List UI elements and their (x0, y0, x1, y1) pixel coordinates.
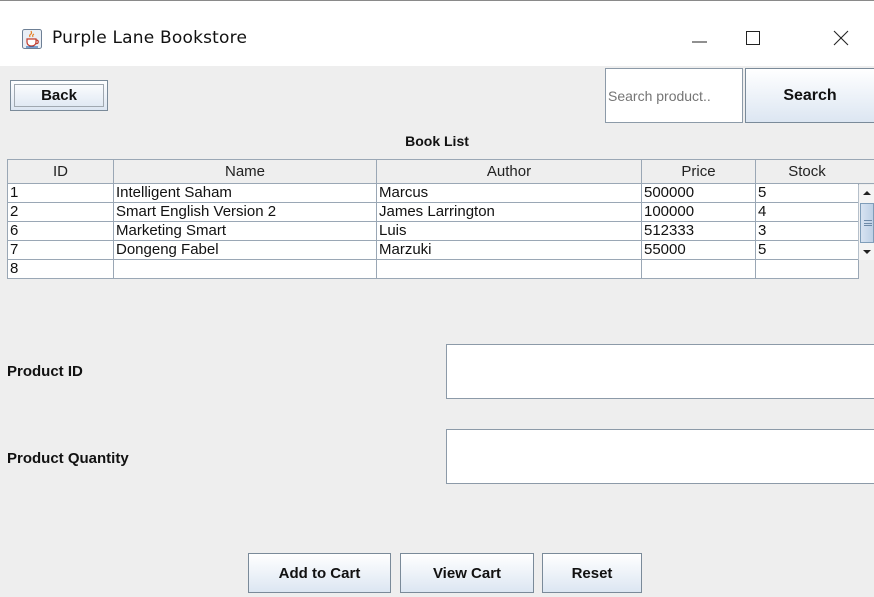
table-header-row: ID Name Author Price Stock (7, 159, 859, 184)
column-header-price[interactable]: Price (641, 159, 756, 184)
table-row[interactable]: 2 Smart English Version 2 James Larringt… (7, 202, 859, 222)
cell-stock[interactable]: 5 (755, 240, 859, 260)
column-header-author[interactable]: Author (376, 159, 642, 184)
back-button[interactable]: Back (10, 80, 108, 111)
scroll-corner (858, 159, 874, 184)
cell-name[interactable]: Intelligent Saham (113, 183, 377, 203)
cell-stock[interactable] (755, 259, 859, 279)
content-panel: Back Search Book List ID Name A (0, 66, 874, 597)
view-cart-button[interactable]: View Cart (400, 553, 534, 593)
cell-id[interactable]: 8 (7, 259, 114, 279)
cell-author[interactable]: Luis (376, 221, 642, 241)
column-header-id[interactable]: ID (7, 159, 114, 184)
table-row[interactable]: 6 Marketing Smart Luis 512333 3 (7, 221, 859, 241)
cell-price[interactable] (641, 259, 756, 279)
cell-name[interactable] (113, 259, 377, 279)
cell-author[interactable]: Marzuki (376, 240, 642, 260)
table-row[interactable]: 1 Intelligent Saham Marcus 500000 5 (7, 183, 859, 203)
cell-id[interactable]: 6 (7, 221, 114, 241)
add-to-cart-button[interactable]: Add to Cart (248, 553, 391, 593)
product-quantity-field[interactable] (446, 429, 874, 484)
cell-author[interactable] (376, 259, 642, 279)
cell-id[interactable]: 2 (7, 202, 114, 222)
product-id-field[interactable] (446, 344, 874, 399)
table-caption: Book List (405, 133, 469, 149)
cell-price[interactable]: 55000 (641, 240, 756, 260)
close-icon[interactable] (826, 25, 856, 53)
java-cup-icon (22, 29, 42, 49)
vertical-scrollbar[interactable] (858, 185, 874, 260)
search-input[interactable] (605, 68, 743, 123)
cell-price[interactable]: 500000 (641, 183, 756, 203)
product-id-label: Product ID (7, 363, 83, 380)
book-table-scrollpane[interactable]: ID Name Author Price Stock 1 Intelligent… (7, 159, 874, 300)
cell-price[interactable]: 512333 (641, 221, 756, 241)
cell-author[interactable]: Marcus (376, 183, 642, 203)
title-bar[interactable]: Purple Lane Bookstore (0, 0, 874, 66)
back-button-label: Back (41, 87, 77, 104)
product-quantity-label: Product Quantity (7, 450, 129, 467)
reset-button[interactable]: Reset (542, 553, 642, 593)
cell-author[interactable]: James Larrington (376, 202, 642, 222)
table-row[interactable]: 8 (7, 259, 859, 279)
column-header-stock[interactable]: Stock (755, 159, 859, 184)
search-button[interactable]: Search (745, 68, 874, 123)
column-header-name[interactable]: Name (113, 159, 377, 184)
cell-stock[interactable]: 5 (755, 183, 859, 203)
cell-id[interactable]: 7 (7, 240, 114, 260)
cell-price[interactable]: 100000 (641, 202, 756, 222)
window-title: Purple Lane Bookstore (52, 28, 248, 48)
scroll-up-arrow-icon[interactable] (859, 185, 874, 201)
scroll-down-arrow-icon[interactable] (859, 244, 874, 260)
minimize-icon[interactable] (684, 25, 714, 53)
maximize-icon[interactable] (738, 25, 768, 53)
scroll-thumb[interactable] (860, 203, 874, 243)
app-window: Purple Lane Bookstore Back Search Book L… (0, 0, 874, 597)
cell-stock[interactable]: 3 (755, 221, 859, 241)
cell-name[interactable]: Dongeng Fabel (113, 240, 377, 260)
cell-name[interactable]: Marketing Smart (113, 221, 377, 241)
table-row[interactable]: 7 Dongeng Fabel Marzuki 55000 5 (7, 240, 859, 260)
cell-name[interactable]: Smart English Version 2 (113, 202, 377, 222)
grip-icon (864, 220, 872, 226)
book-table[interactable]: ID Name Author Price Stock 1 Intelligent… (7, 159, 859, 279)
cell-stock[interactable]: 4 (755, 202, 859, 222)
cell-id[interactable]: 1 (7, 183, 114, 203)
